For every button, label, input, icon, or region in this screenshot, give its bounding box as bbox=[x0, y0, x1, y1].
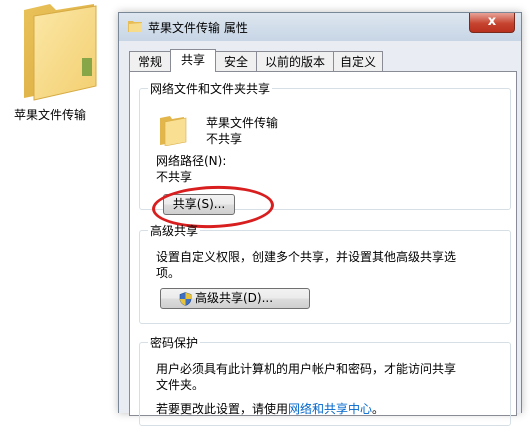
password-settings-hint: 若要更改此设置，请使用网络和共享中心。 bbox=[156, 400, 384, 417]
advanced-sharing-description-cont: 项。 bbox=[156, 266, 181, 280]
advanced-sharing-title: 高级共享 bbox=[150, 224, 199, 238]
advanced-sharing-button[interactable]: 高级共享(D)... bbox=[160, 288, 310, 309]
window-title: 苹果文件传输 属性 bbox=[148, 21, 248, 35]
properties-dialog: 苹果文件传输 属性 x 常规 共享 安全 以前的版本 自定义 网络文件和文件夹共… bbox=[118, 12, 522, 426]
password-protection-title: 密码保护 bbox=[150, 336, 199, 350]
shield-icon bbox=[179, 292, 192, 306]
tab-general[interactable]: 常规 bbox=[129, 51, 171, 71]
tab-sharing[interactable]: 共享 bbox=[170, 49, 216, 72]
password-settings-hint-suffix: 。 bbox=[372, 402, 385, 416]
tab-security[interactable]: 安全 bbox=[215, 51, 257, 71]
network-sharing-title: 网络文件和文件夹共享 bbox=[150, 82, 271, 96]
desktop-folder-shortcut[interactable]: 苹果文件传输 bbox=[14, 2, 104, 127]
advanced-sharing-description: 设置自定义权限，创建多个共享，并设置其他高级共享选 bbox=[156, 250, 457, 264]
password-protection-text: 用户必须具有此计算机的用户帐户和密码，才能访问共享 bbox=[156, 362, 457, 376]
network-sharing-center-link[interactable]: 网络和共享中心 bbox=[288, 402, 372, 416]
network-path-label: 网络路径(N): bbox=[156, 154, 227, 168]
folder-icon bbox=[128, 21, 142, 32]
desktop-folder-label: 苹果文件传输 bbox=[14, 108, 87, 122]
password-protection-text-cont: 文件夹。 bbox=[156, 378, 205, 392]
folder-icon bbox=[24, 4, 97, 101]
advanced-sharing-button-label: 高级共享(D)... bbox=[195, 291, 274, 305]
shared-folder-status: 不共享 bbox=[206, 132, 243, 146]
tab-previous-versions[interactable]: 以前的版本 bbox=[256, 51, 334, 71]
close-button[interactable]: x bbox=[469, 13, 515, 33]
shared-folder-name: 苹果文件传输 bbox=[206, 116, 279, 130]
network-path-value: 不共享 bbox=[156, 170, 193, 184]
title-bar[interactable]: 苹果文件传输 属性 x bbox=[119, 13, 521, 41]
tab-bar: 常规 共享 安全 以前的版本 自定义 bbox=[129, 49, 519, 72]
password-settings-hint-prefix: 若要更改此设置，请使用 bbox=[156, 402, 289, 416]
tab-panel-sharing: 网络文件和文件夹共享 苹果文件传输 不共享 网络路径(N): 不共享 共享(S)… bbox=[129, 71, 517, 426]
tab-customize[interactable]: 自定义 bbox=[333, 51, 383, 71]
folder-icon bbox=[160, 116, 187, 146]
